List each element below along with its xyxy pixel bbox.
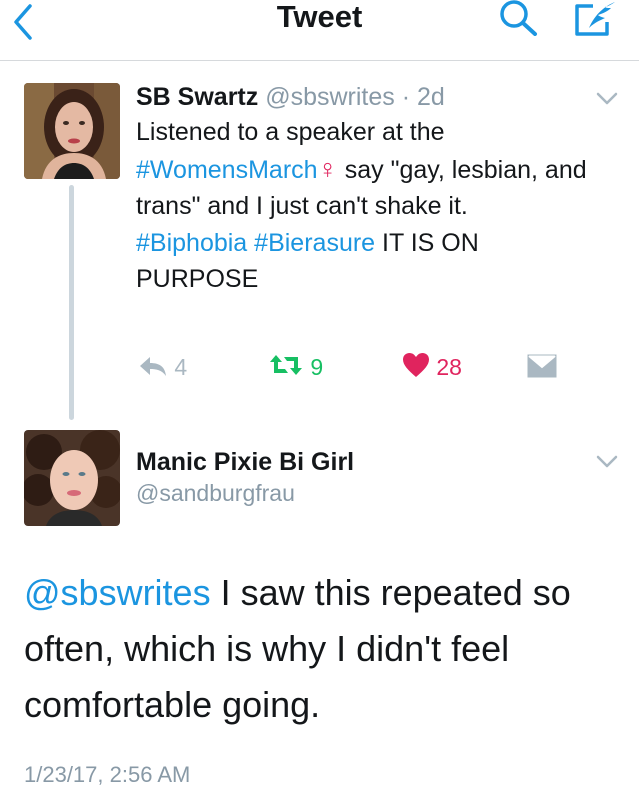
username[interactable]: @sbswrites — [265, 83, 395, 111]
hashtag-link[interactable]: #Bierasure — [254, 229, 375, 257]
chevron-down-icon[interactable] — [596, 455, 618, 469]
reply-button[interactable]: 4 — [138, 352, 187, 384]
tweet-header: SB Swartz @sbswrites · 2d — [136, 82, 445, 112]
hashtag-link[interactable]: #WomensMarch — [136, 156, 318, 184]
thread-line — [69, 185, 74, 420]
tweet-text: Listened to a speaker at the #WomensMarch… — [136, 114, 606, 298]
heart-icon — [402, 352, 430, 385]
tweet-text: @sbswrites I saw this repeated so often,… — [24, 565, 624, 733]
avatar[interactable] — [24, 83, 120, 179]
retweet-icon — [268, 353, 304, 384]
mention-link[interactable]: @sbswrites — [24, 572, 211, 613]
hashtag-link[interactable]: #Biphobia — [136, 229, 247, 257]
username[interactable]: @sandburgfrau — [136, 478, 295, 508]
reply-count: 4 — [174, 354, 188, 380]
venus-symbol-icon: ♀ — [317, 153, 338, 184]
separator: · — [401, 83, 411, 111]
relative-time[interactable]: 2d — [417, 83, 445, 111]
display-name[interactable]: SB Swartz — [136, 83, 258, 111]
chevron-down-icon[interactable] — [596, 92, 618, 106]
text-segment: Listened to a speaker at the — [136, 118, 445, 146]
compose-icon[interactable] — [571, 0, 619, 38]
retweet-button[interactable]: 9 — [268, 352, 323, 384]
avatar[interactable] — [24, 430, 120, 526]
tweet-timestamp: 1/23/17, 2:56 AM — [24, 762, 191, 787]
display-name[interactable]: Manic Pixie Bi Girl — [136, 447, 354, 477]
page-title: Tweet — [276, 0, 363, 34]
like-count: 28 — [436, 354, 462, 380]
like-button[interactable]: 28 — [402, 352, 462, 385]
reply-icon — [138, 354, 168, 384]
direct-message-icon[interactable] — [527, 354, 557, 383]
search-icon[interactable] — [495, 0, 541, 36]
retweet-count: 9 — [310, 354, 324, 380]
